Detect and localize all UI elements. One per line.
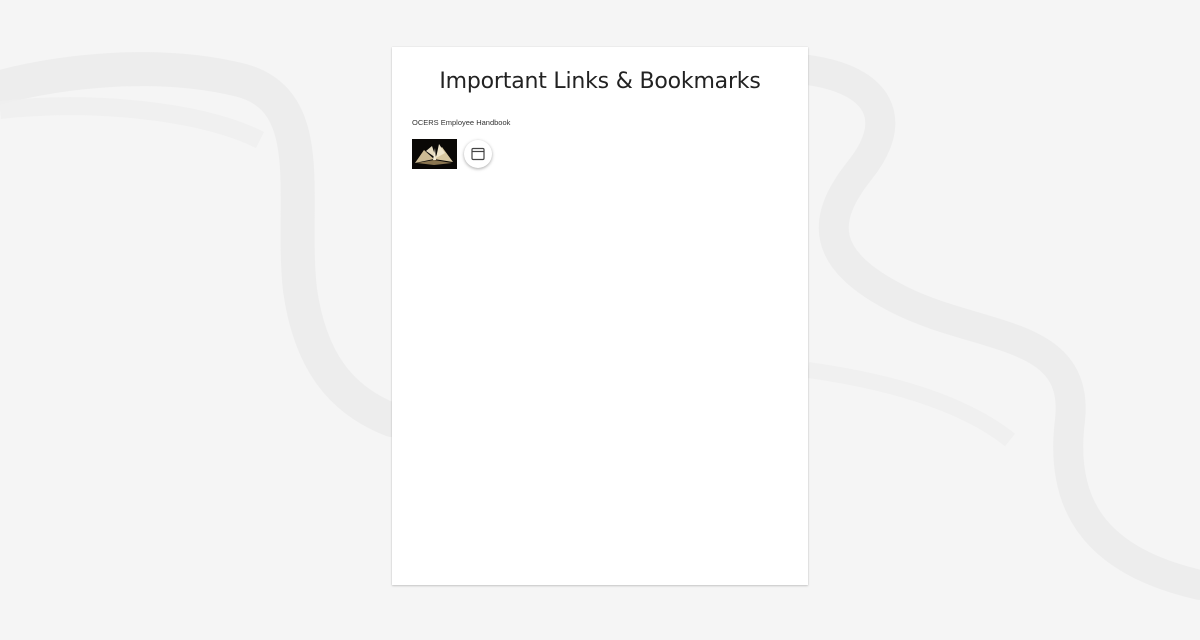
open-link-button[interactable] [464,140,492,168]
handbook-thumbnail[interactable] [412,139,457,169]
browser-window-icon [471,147,485,161]
link-item: OCERS Employee Handbook [412,118,510,169]
document-page: Important Links & Bookmarks OCERS Employ… [392,47,808,585]
open-book-image [412,139,457,169]
page-title: Important Links & Bookmarks [439,69,761,94]
link-row [412,139,510,169]
link-label: OCERS Employee Handbook [412,118,511,127]
